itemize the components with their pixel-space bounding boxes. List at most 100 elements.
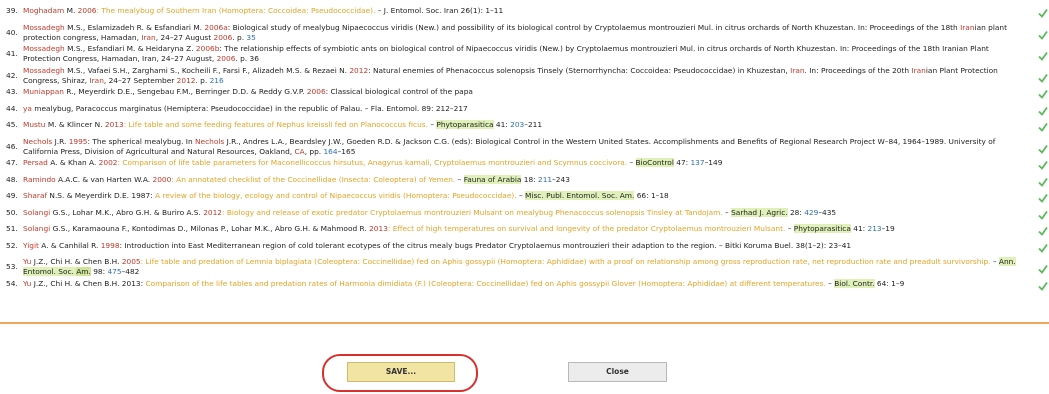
title-link[interactable]: Comparison of the life tables and predat… xyxy=(145,279,828,288)
reference-row: 43. Muniappan R., Meyerdirk D.E., Sengeba… xyxy=(6,87,1048,104)
title-link[interactable]: A review of the biology, ecology and con… xyxy=(155,191,519,200)
save-button[interactable]: SAVE... xyxy=(347,362,455,382)
title-link[interactable]: : An annotated checklist of the Coccinel… xyxy=(171,175,457,184)
author-link[interactable]: 2000 xyxy=(153,175,172,184)
title-link[interactable]: : Effect of high temperatures on surviva… xyxy=(388,224,788,233)
author-link[interactable]: 2013 xyxy=(105,120,124,129)
author-link[interactable]: Mossadegh xyxy=(23,44,65,53)
page-link[interactable]: 203 xyxy=(510,120,524,129)
reference-text: . p. xyxy=(232,32,247,42)
close-button[interactable]: Close xyxy=(568,362,667,382)
author-link[interactable]: 1998 xyxy=(101,241,120,250)
author-link[interactable]: 2012 xyxy=(349,66,368,75)
page-link[interactable]: 213 xyxy=(868,224,882,233)
author-link[interactable]: 2006 xyxy=(78,6,97,15)
check-icon xyxy=(1038,51,1048,61)
reference-text: 26(1): 1–11 xyxy=(458,6,504,15)
page-link[interactable]: 137 xyxy=(690,158,704,167)
reference-text: : Natural enemies of Phenacoccus solenop… xyxy=(368,65,791,75)
reference-text: A. & Khan A. xyxy=(47,158,99,167)
author-link[interactable]: Sharaf xyxy=(23,191,47,200)
author-link[interactable]: 2006b xyxy=(196,44,220,53)
check-icon xyxy=(1038,73,1048,83)
title-link[interactable]: : Biology and release of exotic predator… xyxy=(222,208,725,217)
title-link[interactable]: : Life table and some feeding features o… xyxy=(124,120,431,129)
reference-text: –482 xyxy=(121,267,140,276)
reference-text: : Classical biological control of the pa… xyxy=(325,87,473,96)
author-link[interactable]: Nechols xyxy=(195,137,224,146)
author-link[interactable]: 1995 xyxy=(69,137,88,146)
author-link[interactable]: Iran xyxy=(89,76,103,85)
author-link[interactable]: 2012 xyxy=(177,76,196,85)
reference-text: –165 xyxy=(337,146,356,156)
author-link[interactable]: 2012 xyxy=(203,208,222,217)
page-link[interactable]: 475 xyxy=(107,267,121,276)
page-link[interactable]: 211 xyxy=(538,175,552,184)
author-link[interactable]: Solangi xyxy=(23,224,50,233)
journal-highlight[interactable]: Biol. Contr. xyxy=(834,278,875,288)
check-icon xyxy=(1038,160,1048,170)
author-link[interactable]: Iran xyxy=(911,66,925,75)
reference-text: – xyxy=(787,224,794,233)
reference-row: 49. Sharaf N.S. & Meyerdirk D.E. 1987: A … xyxy=(6,191,1048,208)
journal-highlight[interactable]: Misc. Publ. Entomol. Soc. Am. xyxy=(525,191,635,200)
journal-highlight[interactable]: Fauna of Arabia xyxy=(463,174,522,184)
check-icon xyxy=(1038,193,1048,203)
author-link[interactable]: Mossadegh xyxy=(23,66,65,75)
author-link[interactable]: Mossadegh xyxy=(23,23,65,32)
page-link[interactable]: 429 xyxy=(804,208,818,217)
reference-number: 40. xyxy=(6,27,18,37)
author-link[interactable]: Ramindo xyxy=(23,175,56,184)
title-link[interactable]: : Life table and predation of Lemnia bip… xyxy=(141,257,993,266)
reference-number: 50. xyxy=(6,207,18,217)
author-link[interactable]: Nechols xyxy=(23,137,52,146)
author-link[interactable]: 2006 xyxy=(307,87,326,96)
author-link[interactable]: Iran xyxy=(960,23,974,32)
reference-text: –149 xyxy=(704,158,723,167)
reference-row: 48. Ramindo A.A.C. & van Harten W.A. 2000… xyxy=(6,174,1048,192)
author-link[interactable]: 2002 xyxy=(99,158,118,167)
reference-row: 41. Mossadegh M.S., Esfandiari M. & Heida… xyxy=(6,44,1048,66)
reference-text: , pp. xyxy=(304,146,324,156)
divider xyxy=(0,322,1049,324)
title-link[interactable]: : Comparison of life table parameters fo… xyxy=(117,158,629,167)
author-link[interactable]: 2013 xyxy=(369,224,388,233)
author-link[interactable]: 2005 xyxy=(122,257,141,266)
reference-number: 39. xyxy=(6,6,18,15)
journal-highlight[interactable]: Phytoparasitica xyxy=(436,120,494,129)
reference-text: M. xyxy=(64,6,78,15)
author-link[interactable]: Muniappan xyxy=(23,87,64,96)
author-link[interactable]: 2006a xyxy=(204,23,227,32)
reference-text: 98: xyxy=(90,267,108,276)
author-link[interactable]: Persad xyxy=(23,158,48,167)
page-link[interactable]: 35 xyxy=(246,33,255,42)
author-link[interactable]: Solangi xyxy=(23,208,50,217)
reference-text: 41: xyxy=(850,224,868,233)
page-link[interactable]: 164 xyxy=(323,147,337,156)
reference-text: J.Z., Chi H. & Chen B.H. 2013: xyxy=(31,278,146,288)
author-link[interactable]: Iran xyxy=(790,66,804,75)
check-icon xyxy=(1038,264,1048,274)
author-link[interactable]: Iran xyxy=(141,33,155,42)
reference-number: 54. xyxy=(6,278,18,288)
reference-row: 47. Persad A. & Khan A. 2002: Comparison … xyxy=(6,158,1048,175)
author-link[interactable]: Mustu xyxy=(23,120,46,129)
author-link[interactable]: Moghadam xyxy=(23,6,64,15)
author-link[interactable]: 2006 xyxy=(217,54,236,63)
author-link[interactable]: ya xyxy=(23,104,32,113)
reference-text: A.A.C. & van Harten W.A. xyxy=(55,174,153,184)
check-icon xyxy=(1038,89,1048,99)
author-link[interactable]: CA xyxy=(294,147,304,156)
reference-text: 18: xyxy=(521,174,538,184)
author-link[interactable]: Yigit xyxy=(23,241,39,250)
author-link[interactable]: 2006 xyxy=(214,33,233,42)
journal-highlight[interactable]: BioControl xyxy=(635,158,674,167)
journal-highlight[interactable]: Sarhad J. Agric. xyxy=(731,207,788,217)
journal-highlight[interactable]: Am. xyxy=(76,267,91,276)
journal-highlight[interactable]: Phytoparasitica xyxy=(793,224,851,233)
reference-text: J.R. xyxy=(52,136,69,146)
reference-text: . p. 36 xyxy=(235,54,259,63)
title-link[interactable]: : The mealybug of Southern Iran (Homopte… xyxy=(96,6,377,15)
reference-text: , 24–27 August xyxy=(155,32,214,42)
page-link[interactable]: 216 xyxy=(210,76,224,85)
